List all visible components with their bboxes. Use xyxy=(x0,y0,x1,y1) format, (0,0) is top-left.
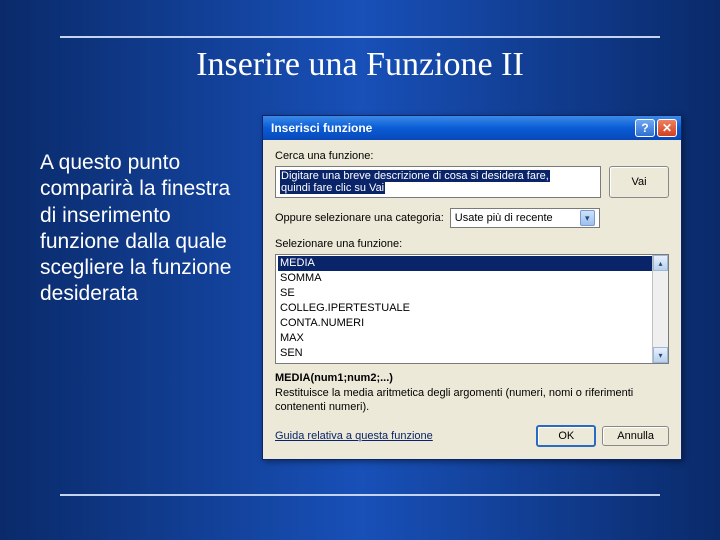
list-item[interactable]: MEDIA xyxy=(278,256,666,271)
help-button[interactable]: ? xyxy=(635,119,655,137)
search-label: Cerca una funzione: xyxy=(275,150,669,162)
function-signature: MEDIA(num1;num2;...) xyxy=(275,372,669,384)
list-item[interactable]: SE xyxy=(278,286,666,301)
scroll-down-icon[interactable]: ▾ xyxy=(653,347,668,363)
function-list-inner: MEDIA SOMMA SE COLLEG.IPERTESTUALE CONTA… xyxy=(276,255,668,362)
scroll-up-icon[interactable]: ▴ xyxy=(653,255,668,271)
go-button[interactable]: Vai xyxy=(609,166,669,198)
ok-button[interactable]: OK xyxy=(536,425,596,447)
help-link[interactable]: Guida relativa a questa funzione xyxy=(275,430,530,442)
search-text-line1: Digitare una breve descrizione di cosa s… xyxy=(280,170,550,182)
cancel-button[interactable]: Annulla xyxy=(602,426,669,446)
rule-bottom xyxy=(60,494,660,496)
search-input[interactable]: Digitare una breve descrizione di cosa s… xyxy=(275,166,601,198)
list-item[interactable]: SEN xyxy=(278,346,666,361)
category-value: Usate più di recente xyxy=(455,212,553,224)
category-label: Oppure selezionare una categoria: xyxy=(275,212,444,224)
close-button[interactable]: ✕ xyxy=(657,119,677,137)
list-item[interactable]: MAX xyxy=(278,331,666,346)
scrollbar[interactable]: ▴ ▾ xyxy=(652,255,668,363)
function-description: Restituisce la media aritmetica degli ar… xyxy=(275,387,669,415)
list-item[interactable]: COLLEG.IPERTESTUALE xyxy=(278,301,666,316)
dialog-titlebar[interactable]: Inserisci funzione ? ✕ xyxy=(263,116,681,140)
category-select[interactable]: Usate più di recente ▾ xyxy=(450,208,600,228)
dialog-title: Inserisci funzione xyxy=(271,121,633,135)
rule-top xyxy=(60,36,660,38)
dialog-body: Cerca una funzione: Digitare una breve d… xyxy=(263,140,681,459)
slide-body-text: A questo punto comparirà la finestra di … xyxy=(40,150,240,308)
chevron-down-icon: ▾ xyxy=(580,210,595,226)
function-listbox[interactable]: MEDIA SOMMA SE COLLEG.IPERTESTUALE CONTA… xyxy=(275,254,669,364)
list-item[interactable]: CONTA.NUMERI xyxy=(278,316,666,331)
list-item[interactable]: SOMMA xyxy=(278,271,666,286)
select-function-label: Selezionare una funzione: xyxy=(275,238,669,250)
slide-title: Inserire una Funzione II xyxy=(0,46,720,84)
insert-function-dialog: Inserisci funzione ? ✕ Cerca una funzion… xyxy=(262,115,682,460)
search-text-line2: quindi fare clic su Vai xyxy=(280,182,385,194)
